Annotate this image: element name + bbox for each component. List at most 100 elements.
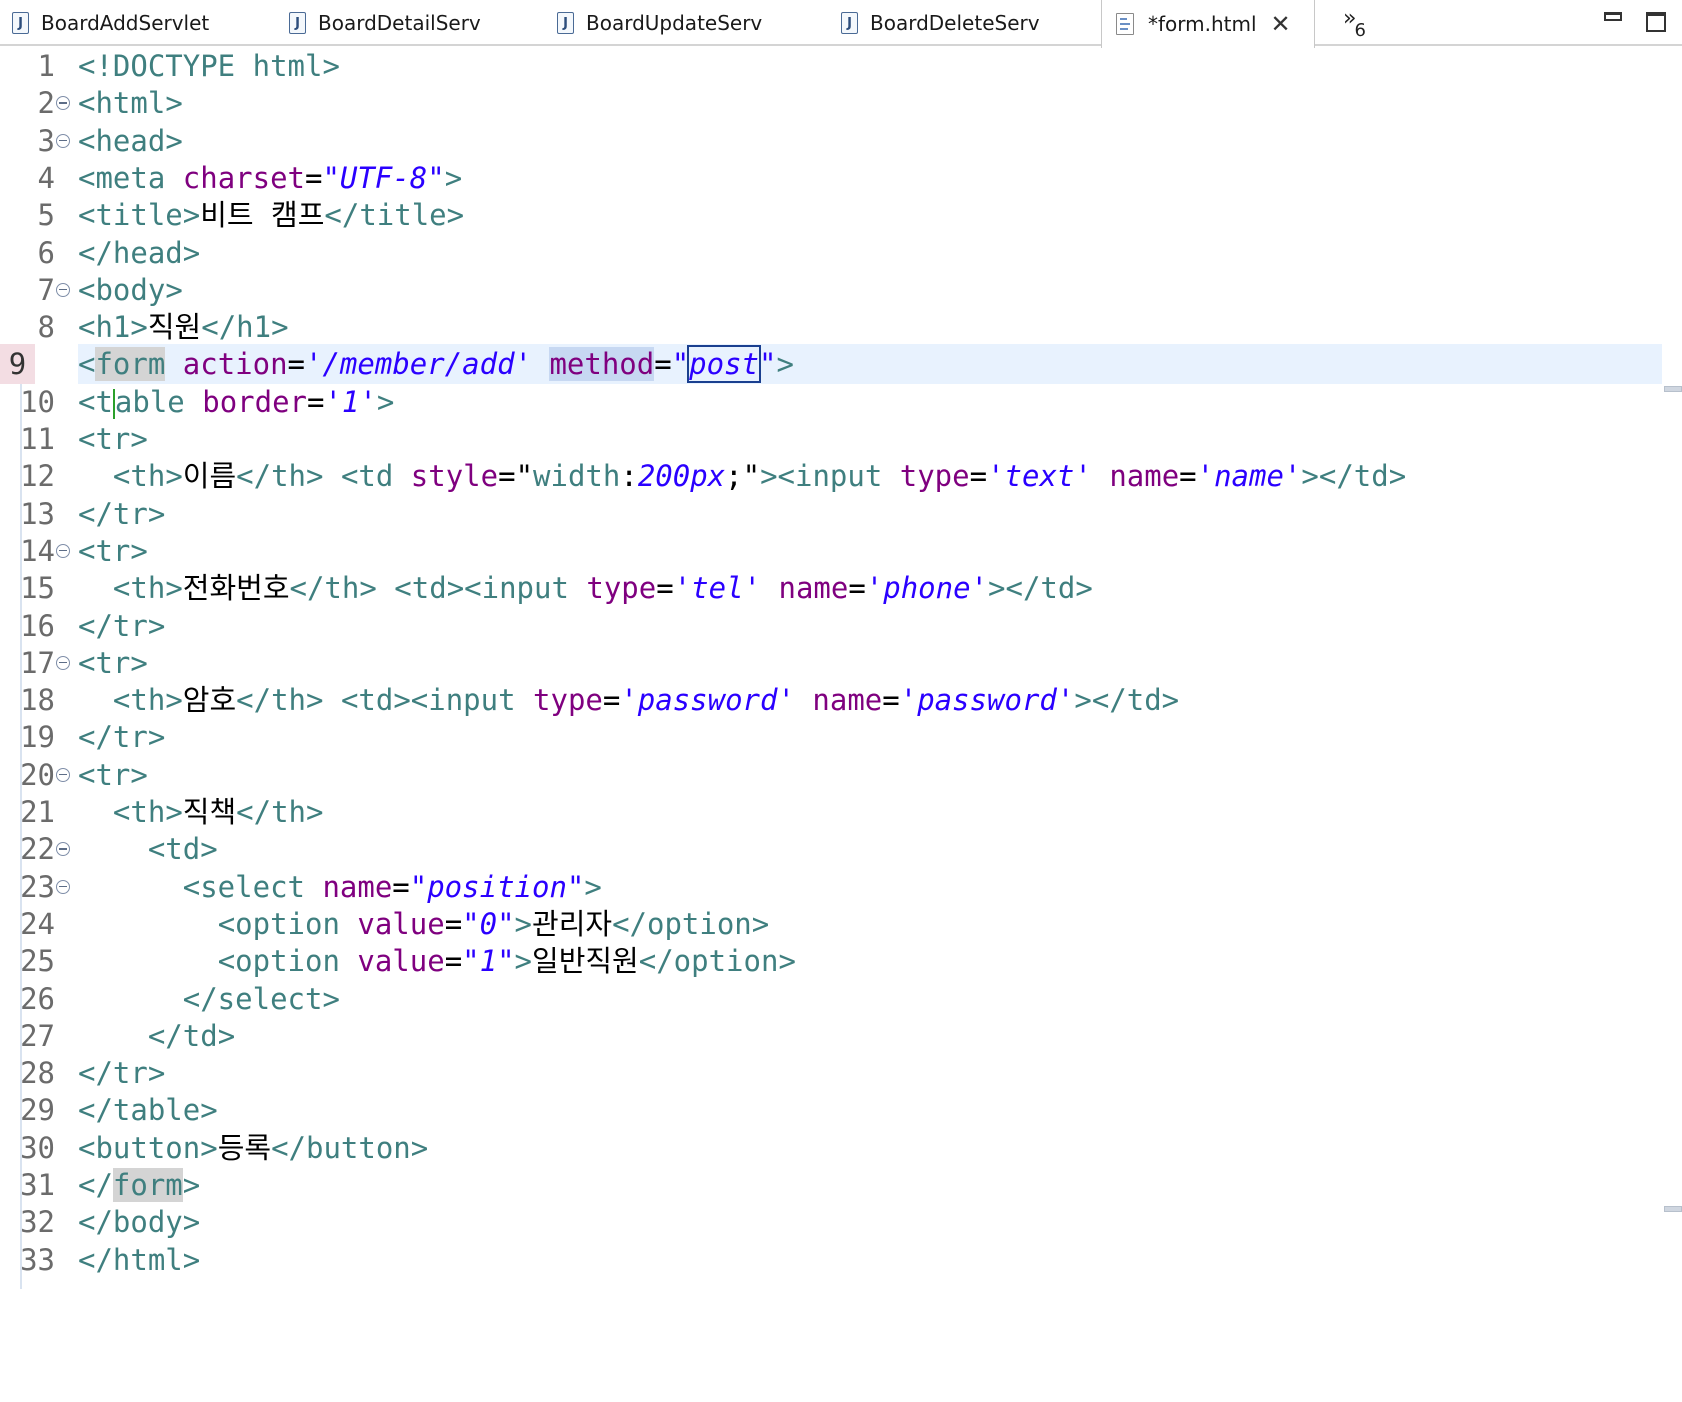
code-text: </form> [78, 1168, 201, 1202]
line-number: 23 [20, 869, 55, 904]
code-text: <tr> [78, 757, 148, 792]
line-number: 28 [20, 1056, 55, 1091]
tab-label: BoardDeleteServ [870, 11, 1040, 35]
line-number: 24 [20, 906, 55, 941]
tab-form-html[interactable]: *form.html ✕ [1101, 0, 1315, 48]
code-line[interactable]: 6 </head> [0, 233, 1662, 273]
line-number: 21 [20, 795, 55, 829]
tab-board-update-servlet[interactable]: J BoardUpdateServ [557, 0, 762, 46]
code-text: </tr> [78, 608, 166, 643]
code-line[interactable]: 9 <form action='/member/add' method="post… [0, 344, 1662, 385]
line-number: 1 [37, 49, 55, 83]
code-line[interactable]: 13 </tr> [0, 494, 1662, 534]
code-line[interactable]: 14 <tr> [0, 531, 1662, 571]
code-text: <head> [78, 123, 183, 158]
code-line[interactable]: 29 </table> [0, 1090, 1662, 1130]
code-text: <tr> [78, 533, 148, 568]
code-text: </td> [147, 1018, 236, 1053]
line-number: 26 [20, 981, 55, 1016]
code-text: </head> [78, 235, 201, 270]
overview-ruler-mark[interactable] [1664, 386, 1682, 392]
code-text: <td> [147, 832, 218, 867]
line-number: 19 [20, 720, 55, 755]
line-number: 29 [20, 1093, 55, 1128]
line-number: 13 [20, 496, 55, 531]
code-line[interactable]: 18 <th>암호</th> <td><input type='password… [0, 680, 1662, 720]
code-line[interactable]: 16 </tr> [0, 606, 1662, 646]
overview-ruler-mark[interactable] [1664, 1206, 1682, 1212]
code-line[interactable]: 33 </html> [0, 1240, 1662, 1280]
code-line[interactable]: 23 <select name="position"> [0, 867, 1662, 907]
line-number: 10 [20, 384, 55, 419]
code-text: </tr> [78, 1056, 166, 1091]
code-text: <th>암호</th> <td><input type='password' n… [112, 683, 1180, 718]
code-line[interactable]: 24 <option value="0">관리자</option> [0, 904, 1662, 944]
code-text: <option value="0">관리자</option> [217, 906, 770, 941]
tab-board-detail-servlet[interactable]: J BoardDetailServ [289, 0, 481, 46]
code-text: <meta charset="UTF-8"> [78, 160, 463, 195]
fold-collapse-icon[interactable] [56, 282, 70, 297]
code-line[interactable]: 30 <button>등록</button> [0, 1128, 1662, 1168]
line-number: 3 [37, 123, 55, 158]
code-line[interactable]: 32 </body> [0, 1202, 1662, 1242]
code-editor[interactable]: 1 <!DOCTYPE html> 2 <html> 3 <head> 4 <meta cha… [0, 46, 1682, 1402]
close-icon[interactable]: ✕ [1271, 12, 1291, 36]
code-line[interactable]: 15 <th>전화번호</th> <td><input type='tel' n… [0, 568, 1662, 608]
code-line[interactable]: 26 </select> [0, 979, 1662, 1019]
code-line[interactable]: 28 </tr> [0, 1053, 1662, 1093]
line-number: 30 [20, 1130, 55, 1165]
code-line[interactable]: 17 <tr> [0, 643, 1662, 683]
line-number: 33 [20, 1242, 55, 1277]
line-number: 6 [37, 235, 55, 270]
line-number: 17 [20, 645, 55, 680]
code-line[interactable]: 4 <meta charset="UTF-8"> [0, 158, 1662, 198]
line-number: 20 [20, 757, 55, 792]
fold-collapse-icon[interactable] [56, 543, 70, 558]
code-line[interactable]: 10 <table border='1'> [0, 382, 1662, 422]
line-number: 12 [20, 459, 55, 494]
maximize-icon[interactable] [1646, 12, 1666, 32]
code-text: </table> [78, 1093, 218, 1128]
code-line[interactable]: 7 <body> [0, 270, 1662, 310]
tab-label: BoardDetailServ [318, 11, 481, 35]
code-line[interactable]: 12 <th>이름</th> <td style="width:200px;">… [0, 456, 1662, 496]
code-line[interactable]: 19 </tr> [0, 717, 1662, 757]
code-line[interactable]: 11 <tr> [0, 419, 1662, 459]
code-text: </select> [182, 981, 340, 1016]
fold-collapse-icon[interactable] [56, 96, 70, 111]
tab-overflow-button[interactable]: »6 [1343, 6, 1368, 41]
fold-collapse-icon[interactable] [56, 879, 70, 894]
code-text: <table border='1'> [78, 384, 395, 419]
tab-label: BoardAddServlet [41, 11, 210, 35]
code-line[interactable]: 31 </form> [0, 1165, 1662, 1205]
fold-collapse-icon[interactable] [56, 842, 70, 857]
line-number: 7 [37, 272, 55, 307]
html-file-icon [1116, 13, 1134, 35]
code-line[interactable]: 21 <th>직책</th> [0, 792, 1662, 832]
code-line[interactable]: 20 <tr> [0, 755, 1662, 795]
code-line[interactable]: 27 </td> [0, 1016, 1662, 1056]
line-number: 18 [20, 683, 55, 718]
line-number: 9 [0, 344, 35, 385]
line-number: 27 [20, 1018, 55, 1053]
minimize-icon[interactable] [1604, 12, 1622, 21]
fold-collapse-icon[interactable] [56, 133, 70, 148]
line-number: 2 [37, 86, 55, 121]
code-text: <!DOCTYPE html> [78, 49, 340, 83]
fold-collapse-icon[interactable] [56, 655, 70, 670]
code-text: <h1>직원</h1> [78, 310, 289, 345]
code-line[interactable]: 5 <title>비트 캠프</title> [0, 195, 1662, 235]
code-line[interactable]: 1 <!DOCTYPE html> [0, 46, 1662, 86]
tab-board-add-servlet[interactable]: J BoardAddServlet [12, 0, 209, 46]
line-number: 11 [20, 422, 55, 456]
fold-collapse-icon[interactable] [56, 767, 70, 782]
code-line[interactable]: 25 <option value="1">일반직원</option> [0, 941, 1662, 981]
tab-label: *form.html [1148, 12, 1257, 36]
code-line[interactable]: 3 <head> [0, 121, 1662, 161]
code-text: </body> [78, 1205, 201, 1240]
code-line[interactable]: 8 <h1>직원</h1> [0, 307, 1662, 347]
code-line[interactable]: 22 <td> [0, 829, 1662, 869]
code-line[interactable]: 2 <html> [0, 83, 1662, 123]
tab-board-delete-servlet[interactable]: J BoardDeleteServ [841, 0, 1040, 46]
tab-label: BoardUpdateServ [586, 11, 763, 35]
